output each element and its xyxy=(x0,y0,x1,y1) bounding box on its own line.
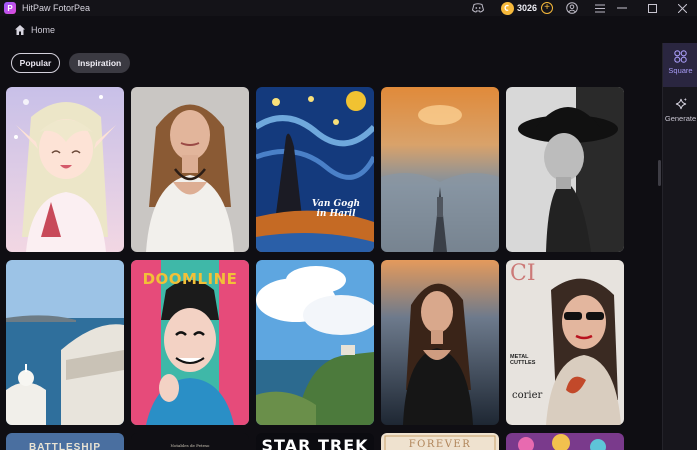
coin-count: 3026 xyxy=(516,3,537,13)
app-title: HitPaw FotorPea xyxy=(22,3,91,13)
gallery-card-anime-elf[interactable] xyxy=(6,87,124,252)
user-account-icon[interactable] xyxy=(565,1,579,15)
sparkle-icon xyxy=(675,97,687,110)
gallery-card-dark-poster[interactable]: Notables de Peteso xyxy=(131,433,249,450)
right-sidebar: Square Generate xyxy=(662,43,697,450)
gallery-card-woman-by-sea[interactable] xyxy=(381,260,499,425)
gallery-card-coastal-cliffs[interactable] xyxy=(256,260,374,425)
gallery-card-starry-night[interactable]: Van Gogh in Haril xyxy=(256,87,374,252)
sidebar-item-generate[interactable]: Generate xyxy=(663,93,697,133)
gallery-card-bw-woman-hat[interactable] xyxy=(506,87,624,252)
home-icon xyxy=(15,25,25,35)
gallery-card-ship-sunset[interactable] xyxy=(381,87,499,252)
minimize-button[interactable] xyxy=(607,0,637,16)
sidebar-item-label: Generate xyxy=(664,114,697,123)
anime-elf-image xyxy=(6,87,124,252)
breadcrumb-home[interactable]: Home xyxy=(31,25,55,35)
bw-woman-hat-image xyxy=(506,87,624,252)
gallery-card-woman-white-dress[interactable] xyxy=(131,87,249,252)
coin-balance[interactable]: 3026 + xyxy=(500,1,553,15)
card-caption: Notables de Peteso xyxy=(170,443,210,448)
gallery-card-comic-skeleton[interactable]: DOOMLINE xyxy=(131,260,249,425)
gallery-card-santorini[interactable] xyxy=(6,260,124,425)
santorini-image xyxy=(6,260,124,425)
menu-icon[interactable] xyxy=(593,1,607,15)
coin-icon xyxy=(500,1,514,15)
add-coins-button[interactable]: + xyxy=(541,2,553,14)
close-button[interactable] xyxy=(667,0,697,16)
starry-night-image xyxy=(256,87,374,252)
sidebar-item-square[interactable]: Square xyxy=(663,43,697,87)
card-caption: STAR TREK xyxy=(261,436,369,450)
woman-by-sea-image xyxy=(381,260,499,425)
svg-text:CI: CI xyxy=(510,261,536,286)
scrollbar[interactable] xyxy=(658,160,661,186)
gallery-card-star-trek[interactable]: STAR TREK xyxy=(256,433,374,450)
card-caption: BATTLESHIP xyxy=(28,442,102,450)
colorful-sweets-image xyxy=(506,433,624,450)
gallery-card-magazine-cover[interactable]: CI METAL CUTTLES corier xyxy=(506,260,624,425)
discord-icon[interactable] xyxy=(471,1,485,15)
gallery-card-battleship[interactable]: BATTLESHIP xyxy=(6,433,124,450)
app-logo-icon: P xyxy=(4,2,16,14)
maximize-button[interactable] xyxy=(637,0,667,16)
coastal-cliffs-image xyxy=(256,260,374,425)
gallery-card-forever[interactable]: FOREVER xyxy=(381,433,499,450)
square-grid-icon xyxy=(674,50,687,63)
sidebar-item-label: Square xyxy=(668,66,693,75)
breadcrumb[interactable]: Home xyxy=(14,24,55,36)
card-caption: Van Gogh in Haril xyxy=(311,199,361,219)
gallery-card-colorful-sweets[interactable] xyxy=(506,433,624,450)
magazine-masthead: corier xyxy=(512,390,543,401)
ship-sunset-image xyxy=(381,87,499,252)
title-bar: P HitPaw FotorPea 3026 + xyxy=(0,0,697,16)
card-caption: DOOMLINE xyxy=(142,270,238,288)
woman-white-dress-image xyxy=(131,87,249,252)
filter-inspiration[interactable]: Inspiration xyxy=(69,53,130,73)
card-caption: FOREVER xyxy=(408,439,472,450)
filter-popular[interactable]: Popular xyxy=(11,53,60,73)
magazine-headline: METAL CUTTLES xyxy=(510,354,536,366)
